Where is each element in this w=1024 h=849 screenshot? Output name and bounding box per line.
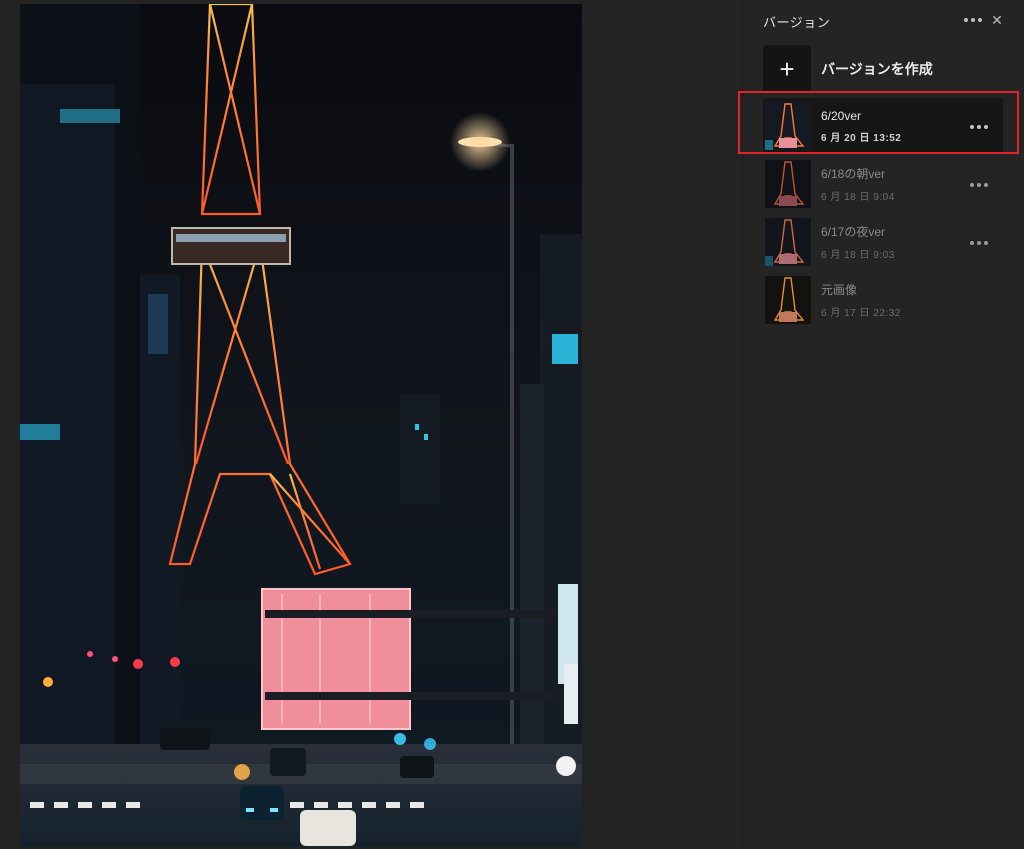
version-name: 6/20ver: [821, 108, 862, 123]
version-thumbnail: [765, 276, 811, 324]
version-item[interactable]: 元画像 6 月 17 日 22:32: [763, 272, 1003, 328]
panel-header: バージョン ✕: [743, 0, 1024, 40]
version-date: 6 月 18 日 9:03: [821, 250, 895, 261]
version-more-icon[interactable]: [969, 236, 989, 250]
canvas-area: [0, 0, 742, 849]
version-item[interactable]: 6/20ver 6 月 20 日 13:52: [763, 98, 1003, 154]
close-icon[interactable]: ✕: [987, 10, 1007, 30]
version-more-icon[interactable]: [969, 120, 989, 134]
version-item[interactable]: 6/17の夜ver 6 月 18 日 9:03: [763, 214, 1003, 270]
tokyo-tower-night-photo: [20, 4, 582, 847]
version-name: 元画像: [821, 283, 858, 297]
version-more-icon[interactable]: [969, 178, 989, 192]
photo-preview[interactable]: [20, 4, 582, 847]
more-horizontal-icon[interactable]: [963, 10, 983, 30]
version-name: 6/18の朝ver: [821, 167, 886, 181]
version-thumbnail: [765, 218, 811, 266]
version-date: 6 月 20 日 13:52: [821, 132, 902, 144]
versions-panel: バージョン ✕ + バージョンを作成 6/20ver 6 月 20 日 13:5…: [742, 0, 1024, 849]
version-date: 6 月 18 日 9:04: [821, 192, 895, 203]
version-date: 6 月 17 日 22:32: [821, 308, 901, 319]
panel-title: バージョン: [763, 15, 831, 30]
create-version-button[interactable]: + バージョンを作成: [763, 44, 1003, 94]
create-version-label: バージョンを作成: [821, 61, 933, 77]
version-thumbnail: [765, 102, 811, 150]
version-item[interactable]: 6/18の朝ver 6 月 18 日 9:04: [763, 156, 1003, 212]
plus-icon: +: [763, 45, 811, 93]
version-list: 6/20ver 6 月 20 日 13:52 6/18の朝ver 6 月 18 …: [763, 98, 1003, 330]
app-window: バージョン ✕ + バージョンを作成 6/20ver 6 月 20 日 13:5…: [0, 0, 1024, 849]
version-thumbnail: [765, 160, 811, 208]
version-name: 6/17の夜ver: [821, 225, 886, 239]
